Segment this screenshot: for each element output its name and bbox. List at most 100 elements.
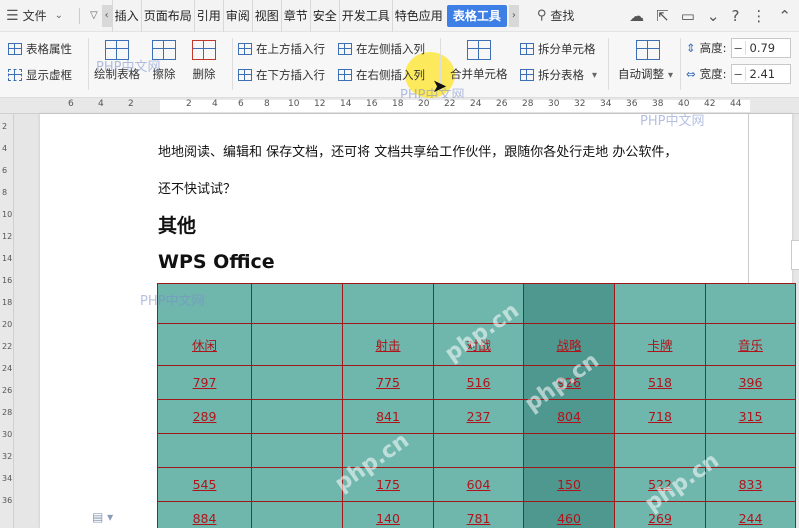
insert-row-below-button[interactable]: 在下方插入行 (238, 67, 325, 83)
merge-cells-button[interactable]: 合并单元格 (450, 40, 508, 82)
tab-security[interactable]: 安全 (309, 0, 339, 32)
table-cell[interactable] (251, 501, 343, 528)
tab-insert[interactable]: 插入 (111, 0, 141, 32)
separator (88, 38, 89, 90)
table-cell[interactable]: 140 (342, 501, 434, 528)
table-cell[interactable]: 卡牌 (614, 323, 706, 366)
insert-row-above-button[interactable]: 在上方插入行 (238, 41, 325, 57)
body-paragraph[interactable]: 地地阅读、编辑和 保存文档，还可将 文档共享给工作伙伴，跟随你各处行走地 办公软… (158, 141, 677, 160)
data-table[interactable]: 休闲 射击 对战 战略 卡牌 音乐 797 775 516 926 518 396 289 841 237 8… (157, 283, 796, 528)
tab-references[interactable]: 引用 (193, 0, 223, 32)
table-cell[interactable]: 604 (433, 467, 524, 502)
table-cell[interactable]: 音乐 (705, 323, 796, 366)
table-cell[interactable]: 718 (614, 399, 706, 434)
table-cell[interactable] (433, 283, 524, 324)
heading-wps-office[interactable]: WPS Office (158, 251, 275, 273)
tab-special-apps[interactable]: 特色应用 (391, 0, 445, 32)
tab-page-layout[interactable]: 页面布局 (140, 0, 194, 32)
tab-view[interactable]: 视图 (251, 0, 281, 32)
table-cell[interactable] (433, 433, 524, 468)
table-cell[interactable]: 522 (614, 467, 706, 502)
table-cell[interactable] (157, 433, 252, 468)
split-table-button[interactable]: 拆分表格 ▾ (520, 67, 601, 83)
separator (78, 7, 80, 24)
insert-column-right-button[interactable]: 在右侧插入列 (338, 67, 425, 83)
width-input[interactable]: − 2.41 (730, 64, 791, 84)
table-cell[interactable] (251, 323, 343, 366)
heading-other[interactable]: 其他 (158, 211, 196, 238)
quick-access-dropdown-icon[interactable]: ▽ (86, 10, 102, 21)
table-cell[interactable]: 841 (342, 399, 434, 434)
table-cell[interactable] (251, 433, 343, 468)
table-cell[interactable]: 休闲 (157, 323, 252, 366)
body-paragraph[interactable]: 还不快试试？ (158, 178, 236, 197)
table-cell[interactable]: 175 (342, 467, 434, 502)
insert-column-right-icon (338, 69, 352, 81)
table-cell[interactable] (251, 467, 343, 502)
tabs-scroll-right-icon[interactable]: › (508, 4, 519, 27)
split-cells-button[interactable]: 拆分单元格 (520, 41, 596, 57)
table-cell[interactable]: 804 (523, 399, 615, 434)
table-cell[interactable]: 237 (433, 399, 524, 434)
cloud-sync-icon[interactable]: ☁ (629, 7, 644, 25)
tab-sections[interactable]: 章节 (280, 0, 310, 32)
table-properties-button[interactable]: 表格属性 (8, 41, 72, 57)
table-cell[interactable] (705, 433, 796, 468)
more-dropdown-icon[interactable]: ⌄ (707, 7, 720, 25)
table-cell[interactable]: 926 (523, 365, 615, 400)
table-cell[interactable]: 289 (157, 399, 252, 434)
table-cell[interactable]: 797 (157, 365, 252, 400)
table-cell[interactable] (614, 433, 706, 468)
print-icon[interactable]: ▭ (681, 7, 695, 25)
help-icon[interactable]: ? (731, 7, 739, 25)
height-input[interactable]: − 0.79 (730, 38, 791, 58)
table-cell[interactable]: 150 (523, 467, 615, 502)
table-cell[interactable]: 战略 (523, 323, 615, 366)
delete-label: 删除 (192, 67, 216, 81)
delete-button[interactable]: 删除 (192, 40, 216, 82)
table-cell[interactable] (251, 399, 343, 434)
table-cell[interactable]: 545 (157, 467, 252, 502)
share-icon[interactable]: ⇱ (656, 7, 669, 25)
table-cell[interactable] (614, 283, 706, 324)
table-cell[interactable]: 244 (705, 501, 796, 528)
table-cell[interactable]: 884 (157, 501, 252, 528)
document-outline-icon[interactable]: ▤ ▾ (92, 510, 113, 524)
table-cell[interactable] (251, 365, 343, 400)
table-cell[interactable]: 516 (433, 365, 524, 400)
auto-fit-button[interactable]: 自动调整 ▾ (618, 40, 677, 82)
search-button[interactable]: ⚲ 查找 (537, 7, 575, 24)
collapse-ribbon-icon[interactable]: ⌃ (778, 7, 791, 25)
table-cell[interactable]: 396 (705, 365, 796, 400)
table-cell[interactable] (251, 283, 343, 324)
tabs-scroll-left-icon[interactable]: ‹ (101, 4, 112, 27)
insert-column-right-label: 在右侧插入列 (356, 68, 425, 82)
table-cell[interactable] (342, 433, 434, 468)
table-row: 545 175 604 150 522 833 (157, 467, 796, 502)
table-cell[interactable]: 对战 (433, 323, 524, 366)
table-cell[interactable]: 775 (342, 365, 434, 400)
table-cell[interactable] (342, 283, 434, 324)
insert-column-left-button[interactable]: 在左侧插入列 (338, 41, 425, 57)
table-cell[interactable]: 833 (705, 467, 796, 502)
table-cell[interactable]: 781 (433, 501, 524, 528)
table-cell[interactable]: 460 (523, 501, 615, 528)
table-cell[interactable] (523, 433, 615, 468)
tab-table-tools[interactable]: 表格工具 (446, 4, 507, 27)
more-options-icon[interactable]: ⋮ (751, 7, 766, 25)
ruler-tick: 22 (444, 99, 456, 109)
table-cell[interactable] (705, 283, 796, 324)
width-decrement-button[interactable]: − (732, 67, 746, 81)
file-menu[interactable]: ☰ 文件 ⌄ (0, 0, 73, 32)
height-decrement-button[interactable]: − (732, 41, 746, 55)
tab-developer[interactable]: 开发工具 (338, 0, 392, 32)
table-cell[interactable]: 518 (614, 365, 706, 400)
show-gridlines-button[interactable]: 显示虚框 (8, 67, 72, 83)
side-panel-toggle[interactable] (791, 240, 799, 270)
table-cell[interactable] (523, 283, 615, 324)
table-cell[interactable]: 315 (705, 399, 796, 434)
table-cell[interactable]: 射击 (342, 323, 434, 366)
vertical-ruler[interactable]: 2 4 6 8 10 12 14 16 18 20 22 24 26 28 30… (0, 114, 14, 528)
tab-review[interactable]: 审阅 (222, 0, 252, 32)
table-cell[interactable]: 269 (614, 501, 706, 528)
